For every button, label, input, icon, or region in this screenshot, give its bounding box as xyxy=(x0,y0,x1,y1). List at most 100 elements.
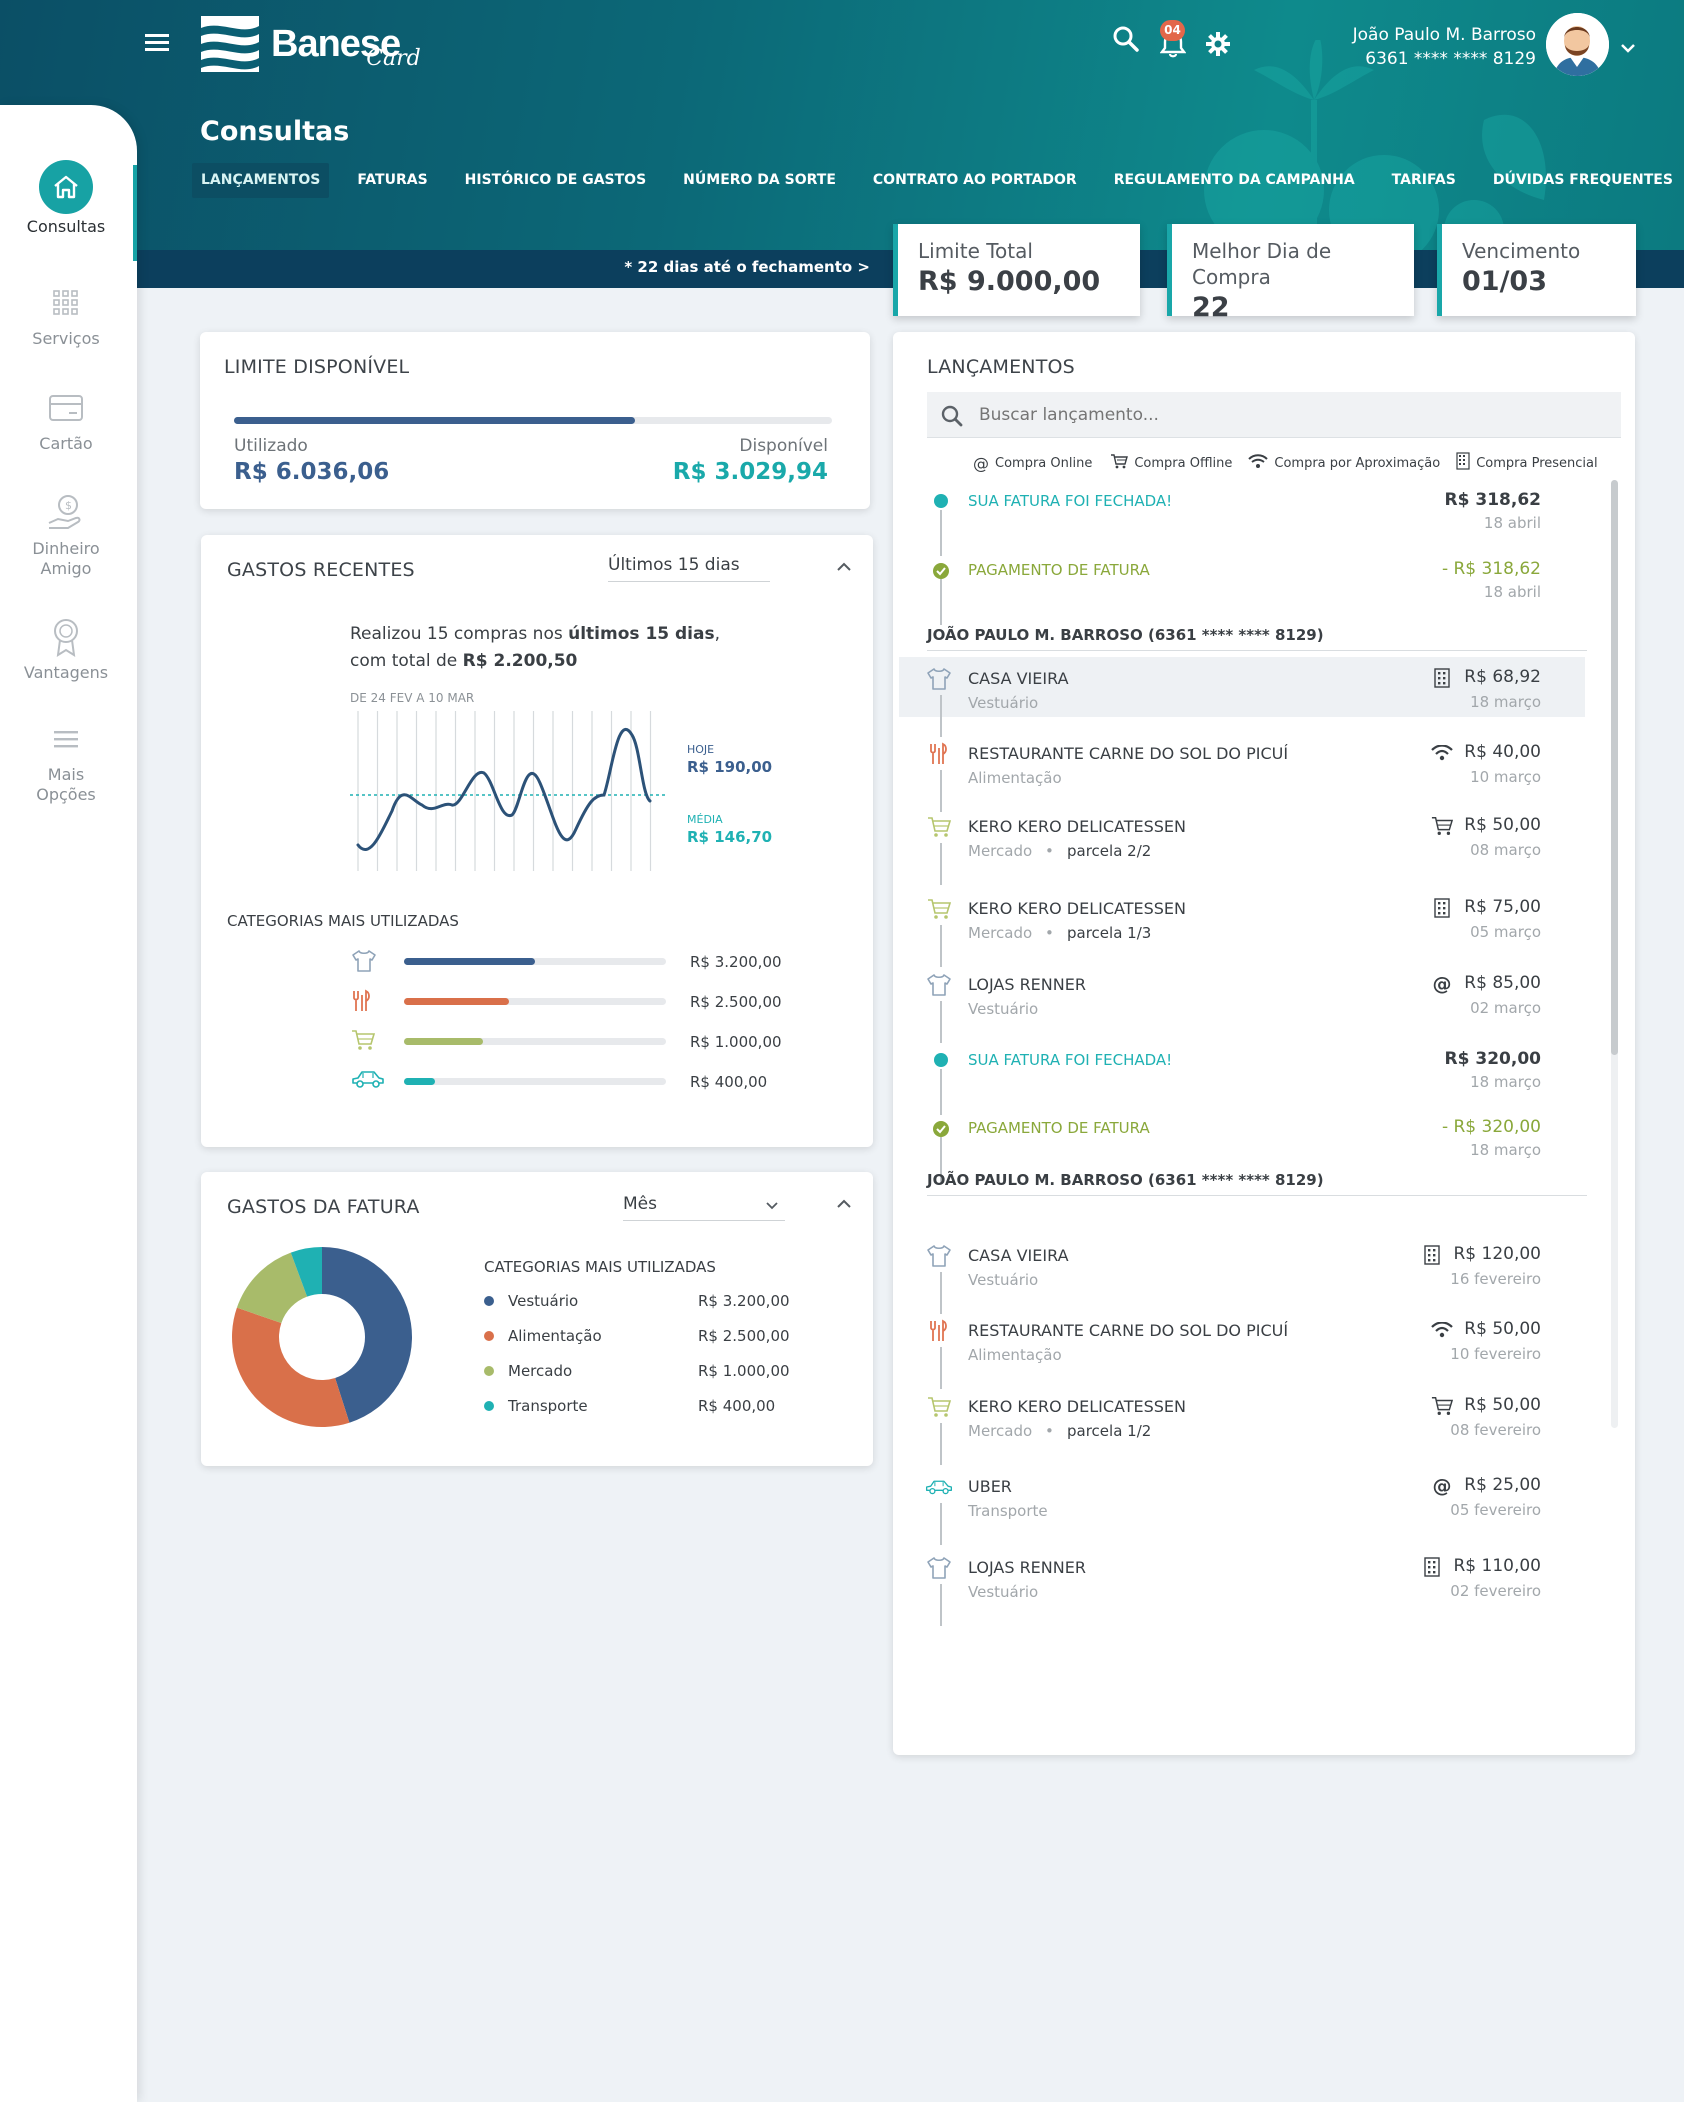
timeline-line xyxy=(940,1347,942,1389)
search-input[interactable] xyxy=(979,402,1579,428)
cardholder-group-header: JOÃO PAULO M. BARROSO (6361 **** **** 81… xyxy=(927,1171,1587,1196)
tab-duvidas-frequentes[interactable]: DÚVIDAS FREQUENTES xyxy=(1484,163,1682,198)
legend-value: R$ 3.200,00 xyxy=(698,1292,790,1310)
chevron-up-icon[interactable] xyxy=(836,1194,852,1213)
timeline-line xyxy=(940,770,942,812)
transaction-date: 10 março xyxy=(1470,768,1541,786)
separator-dot: • xyxy=(1045,1422,1054,1440)
search-icon[interactable] xyxy=(1113,26,1139,56)
transaction-row[interactable]: CASA VIEIRA Vestuário R$ 68,92 18 março xyxy=(893,657,1593,737)
transaction-date: 08 março xyxy=(1470,841,1541,859)
melhor-dia-value: 22 xyxy=(1192,292,1230,323)
transaction-amount: R$ 50,00 xyxy=(1464,815,1541,835)
tab-faturas[interactable]: FATURAS xyxy=(348,163,436,198)
transaction-row[interactable]: UBER Transporte @ R$ 25,00 05 fevereiro xyxy=(893,1473,1593,1545)
status-title: SUA FATURA FOI FECHADA! xyxy=(968,492,1173,510)
category-bar xyxy=(404,998,666,1005)
merchant-category: Vestuário xyxy=(968,694,1039,712)
transaction-date: 08 fevereiro xyxy=(1450,1421,1541,1439)
legend-offline: Compra Offline xyxy=(1134,455,1233,471)
scrollbar-track[interactable] xyxy=(1611,480,1618,1428)
merchant-category: Mercado xyxy=(968,842,1033,860)
at-icon: @ xyxy=(1432,1475,1452,1497)
used-value: R$ 6.036,06 xyxy=(234,459,390,485)
status-amount: - R$ 320,00 xyxy=(1441,1117,1541,1137)
transaction-row[interactable]: KERO KERO DELICATESSEN Mercado • parcela 1/… xyxy=(893,1393,1593,1465)
legend-label: Transporte xyxy=(508,1397,588,1415)
tab-contrato-ao-portador[interactable]: CONTRATO AO PORTADOR xyxy=(864,163,1086,198)
wifi-icon xyxy=(1431,1319,1453,1341)
merchant-category: Alimentação xyxy=(968,769,1062,787)
invoice-payment-row[interactable]: PAGAMENTO DE FATURA - R$ 318,62 18 abril xyxy=(893,559,1593,625)
invoice-payment-row[interactable]: PAGAMENTO DE FATURA - R$ 320,00 18 março xyxy=(893,1117,1593,1183)
transaction-row[interactable]: LOJAS RENNER Vestuário @ R$ 85,00 02 março xyxy=(893,971,1593,1043)
category-value: R$ 3.200,00 xyxy=(690,953,782,971)
legend-value: R$ 2.500,00 xyxy=(698,1327,790,1345)
limite-progress-fill xyxy=(234,417,635,424)
transaction-row[interactable]: RESTAURANTE CARNE DO SOL DO PICUÍ Aliment… xyxy=(893,1317,1593,1389)
building-icon xyxy=(1421,1556,1443,1578)
tab-historico-de-gastos[interactable]: HISTÓRICO DE GASTOS xyxy=(456,163,656,198)
limite-title: LIMITE DISPONÍVEL xyxy=(224,356,410,378)
sidebar-item-cartao[interactable]: Cartão xyxy=(0,388,132,454)
sidebar-item-servicos[interactable]: Serviços xyxy=(0,283,132,349)
melhor-dia-card: Melhor Dia de Compra 22 xyxy=(1167,224,1414,323)
sidebar-item-mais-opcoes[interactable]: Mais Opções xyxy=(0,719,132,805)
merchant-category: Alimentação xyxy=(968,1346,1062,1364)
legend-row: Transporte R$ 400,00 xyxy=(484,1397,844,1415)
status-date: 18 abril xyxy=(1483,514,1541,532)
tab-regulamento-da-campanha[interactable]: REGULAMENTO DA CAMPANHA xyxy=(1105,163,1364,198)
transaction-row[interactable]: KERO KERO DELICATESSEN Mercado • parcela 2/… xyxy=(893,813,1593,885)
sidebar-item-vantagens[interactable]: Vantagens xyxy=(0,617,132,683)
vencimento-value: 01/03 xyxy=(1462,266,1548,297)
transaction-row[interactable]: KERO KERO DELICATESSEN Mercado • parcela 1/… xyxy=(893,895,1593,967)
transaction-row[interactable]: CASA VIEIRA Vestuário R$ 120,00 16 fevereir… xyxy=(893,1242,1593,1314)
sidebar-item-consultas[interactable]: Consultas xyxy=(0,160,132,237)
user-info[interactable]: João Paulo M. Barroso 6361 **** **** 812… xyxy=(1353,23,1536,71)
tab-lancamentos[interactable]: LANÇAMENTOS xyxy=(192,163,330,198)
timeline-line xyxy=(940,1584,942,1626)
transaction-row[interactable]: LOJAS RENNER Vestuário R$ 110,00 02 feverei… xyxy=(893,1554,1593,1626)
legend-dot xyxy=(484,1401,494,1411)
gear-icon[interactable] xyxy=(1206,32,1230,60)
wifi-icon xyxy=(1431,742,1453,764)
hamburger-menu-icon[interactable] xyxy=(145,34,169,56)
month-select[interactable]: Mês xyxy=(623,1194,785,1221)
avatar[interactable] xyxy=(1546,13,1609,76)
chevron-down-icon[interactable] xyxy=(1620,38,1636,57)
tab-tarifas[interactable]: TARIFAS xyxy=(1383,163,1465,198)
used-label: Utilizado xyxy=(234,436,308,456)
notification-badge: 04 xyxy=(1160,20,1185,41)
status-date: 18 abril xyxy=(1483,583,1541,601)
sidebar-label-mais-opcoes: Mais Opções xyxy=(36,765,96,804)
shirt-icon xyxy=(925,1242,953,1270)
chevron-up-icon[interactable] xyxy=(836,557,852,576)
sidebar-item-dinheiro-amigo[interactable]: $ Dinheiro Amigo xyxy=(0,493,132,579)
category-bar xyxy=(404,1078,666,1085)
available-label: Disponível xyxy=(739,436,828,456)
search-box[interactable] xyxy=(927,392,1621,438)
legend-row: Alimentação R$ 2.500,00 xyxy=(484,1327,844,1345)
transaction-row[interactable]: RESTAURANTE CARNE DO SOL DO PICUÍ Aliment… xyxy=(893,740,1593,812)
status-dot-icon xyxy=(934,1053,948,1067)
banese-logo[interactable]: Banese Card xyxy=(201,16,421,72)
category-bar-fill xyxy=(404,1078,436,1085)
invoice-closed-row[interactable]: SUA FATURA FOI FECHADA! R$ 318,62 18 abril xyxy=(893,490,1593,556)
legend-dot xyxy=(484,1331,494,1341)
cart-icon xyxy=(925,1393,953,1421)
invoice-closed-row[interactable]: SUA FATURA FOI FECHADA! R$ 320,00 18 março xyxy=(893,1049,1593,1115)
media-label: MÉDIA xyxy=(687,813,723,826)
legend-row: Vestuário R$ 3.200,00 xyxy=(484,1292,844,1310)
building-icon xyxy=(1431,897,1453,919)
card-icon xyxy=(0,388,132,428)
tab-numero-da-sorte[interactable]: NÚMERO DA SORTE xyxy=(674,163,845,198)
period-select[interactable]: Últimos 15 dias xyxy=(608,555,770,582)
closing-note[interactable]: * 22 dias até o fechamento > xyxy=(600,258,870,276)
scrollbar-thumb[interactable] xyxy=(1611,480,1618,1055)
transaction-amount: R$ 40,00 xyxy=(1464,742,1541,762)
timeline-line xyxy=(940,1272,942,1314)
separator-dot: • xyxy=(1045,924,1054,942)
transaction-amount: R$ 50,00 xyxy=(1464,1395,1541,1415)
category-row: R$ 2.500,00 xyxy=(201,989,873,1015)
merchant-name: CASA VIEIRA xyxy=(968,1246,1069,1265)
